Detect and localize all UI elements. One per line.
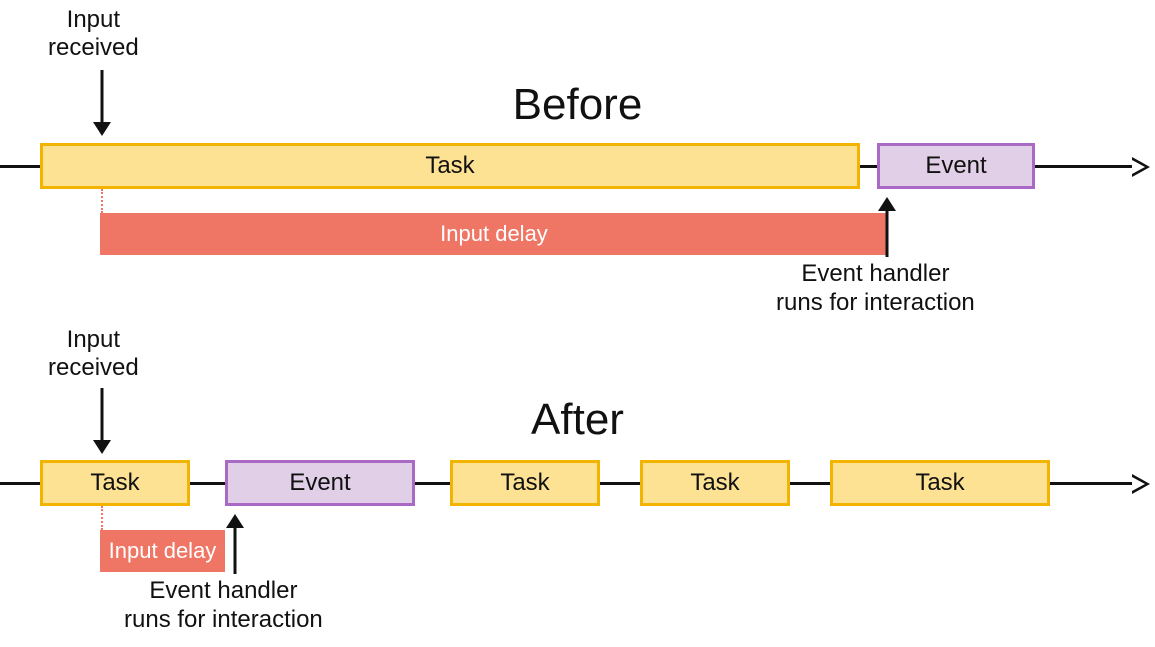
- before-input-received-label: Input received: [48, 6, 139, 61]
- after-task-1: Task: [40, 460, 190, 506]
- arrow-right-icon: [1100, 482, 1148, 485]
- after-input-received-label: Input received: [48, 326, 139, 381]
- after-task-3: Task: [640, 460, 790, 506]
- dotted-connector-icon: [101, 189, 103, 213]
- after-event: Event: [225, 460, 415, 506]
- arrow-down-icon: [92, 388, 112, 454]
- dotted-connector-icon: [101, 506, 103, 530]
- arrow-up-icon: [225, 514, 245, 574]
- before-task: Task: [40, 143, 860, 189]
- before-title: Before: [428, 80, 728, 130]
- before-handler-label: Event handler runs for interaction: [776, 260, 975, 318]
- arrow-down-icon: [92, 70, 112, 136]
- after-handler-label: Event handler runs for interaction: [124, 577, 323, 635]
- after-title: After: [428, 395, 728, 445]
- after-input-delay: Input delay: [100, 530, 225, 572]
- after-task-2: Task: [450, 460, 600, 506]
- arrow-up-icon: [877, 197, 897, 257]
- after-task-4: Task: [830, 460, 1050, 506]
- diagram-canvas: Before Input received Task Event Input d…: [0, 0, 1155, 647]
- arrow-right-icon: [1100, 165, 1148, 168]
- before-event: Event: [877, 143, 1035, 189]
- before-input-delay: Input delay: [100, 213, 888, 255]
